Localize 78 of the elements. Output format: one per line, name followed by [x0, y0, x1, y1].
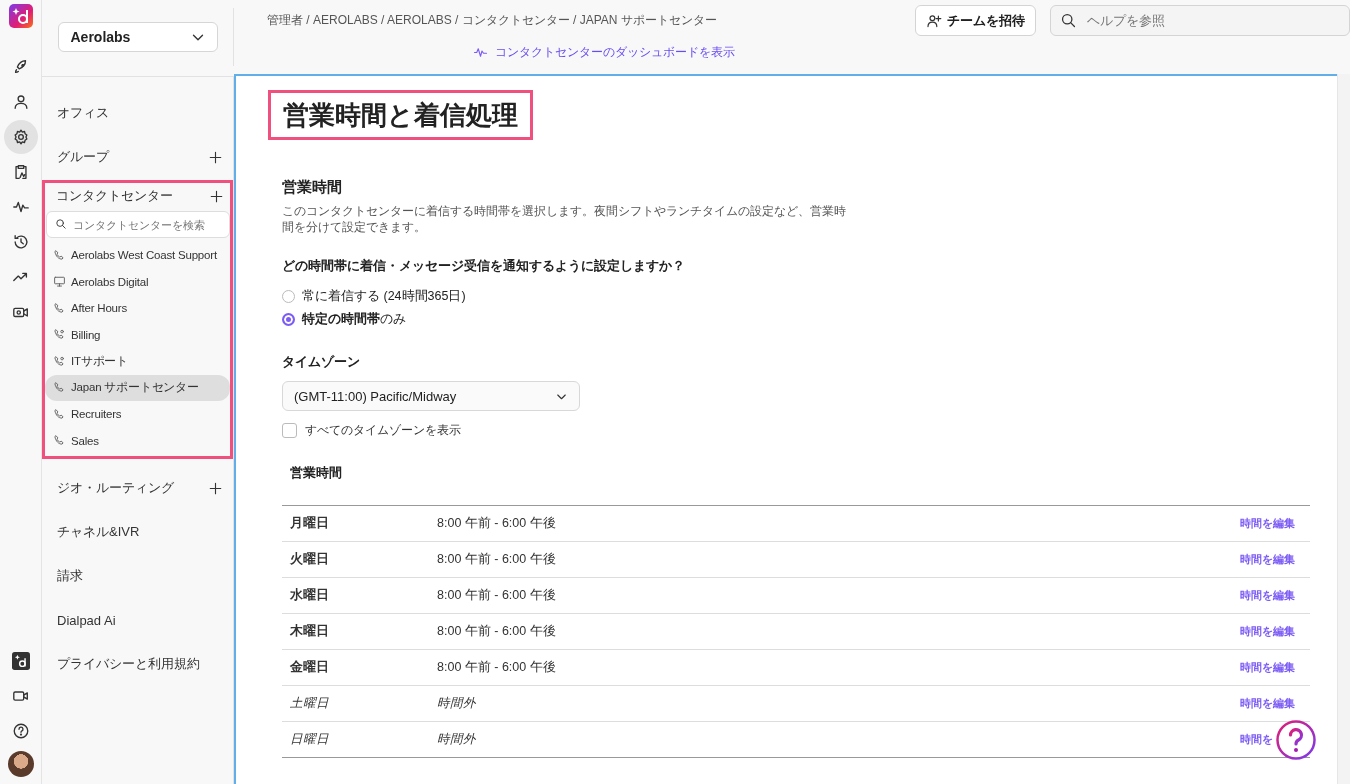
- sidebar-item[interactable]: Dialpad Ai: [57, 612, 116, 628]
- contact-center-item[interactable]: Recruiters: [45, 401, 230, 428]
- help-icon[interactable]: [11, 722, 30, 740]
- scrollbar[interactable]: [1337, 74, 1350, 784]
- hours-cell-text: 時間外: [437, 731, 477, 748]
- monitor-icon: [53, 275, 66, 289]
- dashboard-link[interactable]: コンタクトセンターのダッシュボードを表示: [472, 44, 735, 61]
- phone-icon: [53, 328, 66, 342]
- sidebar-item[interactable]: チャネル&IVR: [57, 523, 140, 541]
- app-logo[interactable]: [8, 4, 33, 28]
- add-icon[interactable]: [208, 149, 223, 165]
- edit-hours-link[interactable]: 時間を編集: [1240, 552, 1295, 567]
- section-title: 営業時間: [282, 178, 343, 197]
- checkbox-label: すべてのタイムゾーンを表示: [305, 423, 461, 438]
- history-icon[interactable]: [11, 233, 30, 251]
- search-icon: [55, 218, 67, 230]
- radio-label: 常に着信する (24時間365日): [302, 288, 466, 305]
- phone-icon: [53, 354, 66, 368]
- day-cell-text: 木曜日: [289, 623, 330, 640]
- ai-icon[interactable]: [11, 652, 30, 670]
- radio-button[interactable]: [282, 290, 295, 303]
- radio-label: 特定の時間帯のみ: [302, 311, 406, 328]
- radio-button[interactable]: [282, 313, 295, 326]
- checkbox[interactable]: [282, 423, 297, 438]
- phone-icon: [53, 381, 66, 395]
- timezone-label: タイムゾーン: [282, 353, 361, 371]
- day-cell-text: 水曜日: [289, 587, 330, 604]
- day-cell-text: 金曜日: [289, 659, 330, 676]
- sidebar-item[interactable]: コンタクトセンター: [56, 187, 173, 205]
- add-user-icon: [926, 12, 942, 29]
- contact-center-item[interactable]: After Hours: [45, 295, 230, 322]
- contact-center-item[interactable]: Billing: [45, 321, 230, 348]
- add-icon[interactable]: [208, 480, 223, 496]
- edit-hours-link[interactable]: 時間を編集: [1240, 624, 1295, 639]
- phone-icon: [53, 301, 66, 315]
- help-button[interactable]: [1276, 720, 1316, 760]
- day-cell-text: 月曜日: [289, 515, 330, 532]
- contact-center-item[interactable]: ITサポート: [45, 348, 230, 375]
- sidebar-item[interactable]: 請求: [57, 567, 83, 585]
- page-title: 営業時間と着信処理: [268, 90, 533, 140]
- description: このコンタクトセンターに着信する時間帯を選択します。夜間シフトやランチタイムの設定など、営業時間を分けて設定できます。: [282, 203, 847, 235]
- breadcrumb: 管理者 / AEROLABS / AEROLABS / コンタクトセンター / JAPAN サポートセンター: [267, 12, 717, 29]
- avatar[interactable]: [7, 751, 34, 777]
- hours-cell-text: 8:00 午前 - 6:00 午後: [437, 587, 557, 604]
- hours-cell-text: 8:00 午前 - 6:00 午後: [437, 515, 557, 532]
- contact-center-item[interactable]: Japan サポートセンター: [45, 374, 230, 401]
- search-field[interactable]: コンタクトセンターを検索: [46, 211, 230, 238]
- day-cell-text: 日曜日: [289, 731, 330, 748]
- hours-cell-text: 8:00 午前 - 6:00 午後: [437, 659, 557, 676]
- sidebar-item[interactable]: オフィス: [57, 104, 109, 122]
- hours-cell-text: 8:00 午前 - 6:00 午後: [437, 623, 557, 640]
- timezone-dropdown[interactable]: (GMT-11:00) Pacific/Midway: [282, 381, 580, 411]
- add-icon[interactable]: [209, 188, 224, 204]
- day-cell-text: 火曜日: [289, 551, 330, 568]
- help-search-field[interactable]: ヘルプを参照: [1050, 5, 1350, 36]
- pulse-icon: [472, 45, 488, 60]
- table-heading: 営業時間: [290, 465, 343, 482]
- phone-icon: [53, 248, 66, 262]
- hours-cell-text: 8:00 午前 - 6:00 午後: [437, 551, 557, 568]
- org-dropdown[interactable]: Aerolabs: [57, 22, 218, 52]
- invite-button[interactable]: チームを招待: [915, 5, 1036, 36]
- edit-hours-link[interactable]: 時間を編集: [1240, 516, 1295, 531]
- hours-cell-text: 時間外: [437, 695, 477, 712]
- edit-hours-link[interactable]: 時間を編集: [1240, 660, 1295, 675]
- phone-icon: [53, 407, 66, 421]
- sidebar-item[interactable]: プライバシーと利用規約: [57, 655, 200, 673]
- day-cell-text: 土曜日: [289, 695, 330, 712]
- contact-center-item[interactable]: Aerolabs Digital: [45, 268, 230, 295]
- edit-hours-link[interactable]: 時間を: [1240, 732, 1273, 747]
- edit-hours-link[interactable]: 時間を編集: [1240, 696, 1295, 711]
- edit-hours-link[interactable]: 時間を編集: [1240, 588, 1295, 603]
- contact-center-item[interactable]: Sales: [45, 427, 230, 454]
- question-label: どの時間帯に着信・メッセージ受信を通知するように設定しますか？: [282, 257, 686, 275]
- contact-center-item[interactable]: Aerolabs West Coast Support: [45, 242, 230, 269]
- search-icon: [1060, 12, 1077, 29]
- sidebar-item[interactable]: ジオ・ルーティング: [57, 479, 174, 497]
- sidebar-item[interactable]: グループ: [57, 148, 109, 166]
- phone-icon: [53, 434, 66, 448]
